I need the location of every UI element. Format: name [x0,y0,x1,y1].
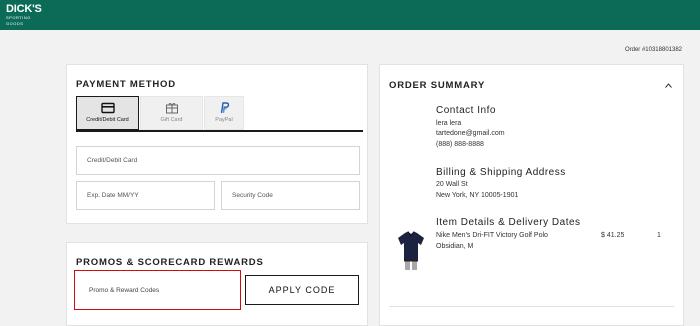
tab-gift-card[interactable]: Gift Card [140,96,203,130]
expiry-date-field[interactable]: Exp. Date MM/YY [76,181,215,210]
security-code-placeholder: Security Code [232,192,273,199]
tab-credit-debit-card[interactable]: Credit/Debit Card [76,96,139,130]
payment-tabs: Credit/Debit Card Gift Card PayPal [76,96,244,130]
promo-code-placeholder: Promo & Reward Codes [89,286,160,294]
tab-paypal[interactable]: PayPal [204,96,244,130]
payment-method-title: PAYMENT METHOD [76,79,176,90]
product-name: Nike Men's Dri-FIT Victory Golf Polo [436,232,548,239]
contact-name: lera lera [436,120,462,127]
address-line-1: 20 Wall St [436,181,468,188]
tab-underline [76,130,363,132]
product-image [398,231,424,270]
contact-phone: (888) 888-8888 [436,141,484,148]
card-number-field[interactable]: Credit/Debit Card [76,146,360,175]
tab-label: PayPal [215,117,233,123]
tab-label: Gift Card [160,117,183,123]
security-code-field[interactable]: Security Code [221,181,360,210]
address-title: Billing & Shipping Address [436,167,566,178]
product-price: $ 41.25 [601,232,625,239]
credit-card-icon [100,102,115,114]
product-variant: Obsidian, M [436,243,474,250]
order-summary-card: ORDER SUMMARY Contact Info lera lera tar… [379,64,684,326]
promo-code-input[interactable]: Promo & Reward Codes [74,270,241,310]
tab-label: Credit/Debit Card [86,117,129,123]
product-quantity: 1 [657,232,661,239]
paypal-icon [220,102,230,114]
chevron-up-icon[interactable] [665,83,672,88]
header-bar: DICK'S SPORTING GOODS [0,0,700,30]
logo-wordmark: DICK'S [6,3,42,15]
contact-email: tartedone@gmail.com [436,130,505,137]
promos-title: PROMOS & SCORECARD REWARDS [76,257,264,268]
dicks-logo[interactable]: DICK'S SPORTING GOODS [6,3,46,27]
promos-card: PROMOS & SCORECARD REWARDS Promo & Rewar… [66,242,368,326]
logo-tagline: SPORTING GOODS [6,15,31,26]
payment-method-card: PAYMENT METHOD Credit/Debit Card Gift Ca… [66,64,368,224]
address-line-2: New York, NY 10005-1901 [436,192,519,199]
order-summary-title: ORDER SUMMARY [389,80,486,91]
apply-code-button[interactable]: APPLY CODE [245,275,359,305]
item-details-title: Item Details & Delivery Dates [436,217,581,228]
contact-info-title: Contact Info [436,105,496,116]
card-number-placeholder: Credit/Debit Card [87,157,138,164]
summary-divider [389,306,674,307]
gift-card-icon [165,103,178,114]
order-number: Order #10318801382 [624,47,682,53]
expiry-date-placeholder: Exp. Date MM/YY [87,192,139,199]
